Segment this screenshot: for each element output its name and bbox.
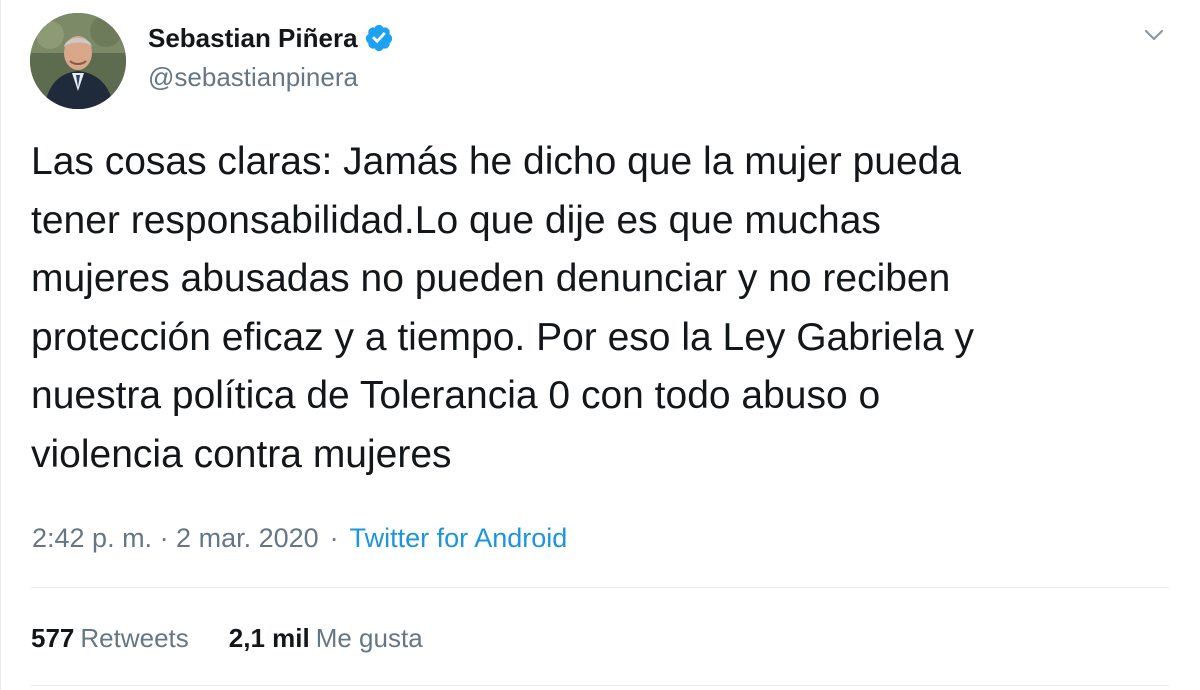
tweet-text-line: Las cosas claras: Jamás he dicho que la …	[31, 140, 962, 183]
tweet-stats: 577 Retweets 2,1 mil Me gusta	[31, 619, 423, 657]
author-handle[interactable]: @sebastianpinera	[148, 60, 358, 94]
chevron-down-icon[interactable]	[1139, 20, 1169, 50]
retweets-label: Retweets	[80, 622, 189, 653]
likes-count: 2,1 mil	[228, 622, 310, 653]
tweet-meta: 2:42 p. m. · 2 mar. 2020 · Twitter for A…	[32, 519, 567, 557]
tweet-text-line: mujeres abusadas no pueden denunciar y n…	[31, 257, 951, 300]
avatar-photo-icon	[30, 13, 126, 109]
author-avatar[interactable]	[30, 13, 126, 109]
tweet-text-line: nuestra política de Tolerancia 0 con tod…	[31, 374, 881, 417]
tweet-text-line: protección eficaz y a tiempo. Por eso la…	[31, 315, 974, 359]
author-name-row[interactable]: Sebastian Piñera	[148, 21, 394, 55]
tweet-source-link[interactable]: Twitter for Android	[350, 523, 568, 554]
author-display-name[interactable]: Sebastian Piñera	[148, 21, 358, 55]
divider	[31, 685, 1169, 686]
retweets-count: 577	[31, 622, 75, 653]
likes-label: Me gusta	[315, 622, 423, 653]
tweet-timestamp[interactable]: 2:42 p. m. · 2 mar. 2020	[32, 523, 319, 554]
tweet-text-line: tener responsabilidad.Lo que dije es que…	[31, 198, 881, 242]
tweet-text: Las cosas claras: Jamás he dicho que la …	[31, 133, 1181, 484]
likes-stat[interactable]: 2,1 mil Me gusta	[229, 623, 423, 654]
divider	[31, 587, 1169, 588]
tweet-text-line: violencia contra mujeres	[31, 432, 452, 476]
tweet-card: Sebastian Piñera @sebastianpinera Las co…	[0, 0, 1200, 690]
retweets-stat[interactable]: 577 Retweets	[31, 623, 189, 654]
verified-badge-icon	[365, 24, 392, 52]
meta-separator: ·	[329, 522, 339, 553]
